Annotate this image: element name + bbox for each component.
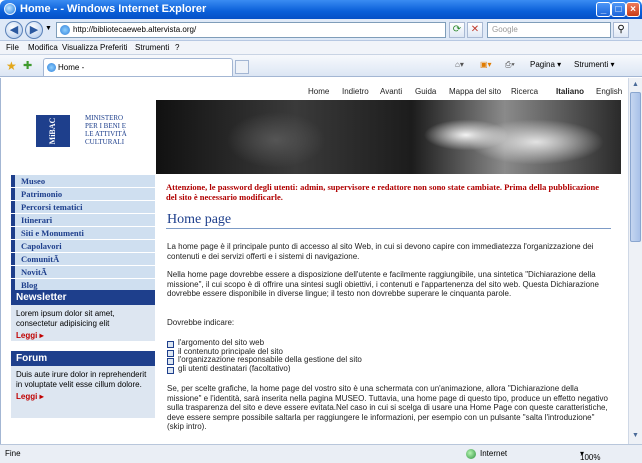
topnav-avanti[interactable]: Avanti (380, 87, 402, 96)
sidebar-menu: Museo Patrimonio Percorsi tematici Itine… (11, 175, 155, 292)
sidebar-item-comunita[interactable]: ComunitÃ (11, 253, 155, 265)
topnav-home[interactable]: Home (308, 87, 329, 96)
add-favorite-icon[interactable]: ✚ (23, 59, 32, 72)
page-menu[interactable]: Pagina ▾ (530, 60, 561, 69)
topnav-english[interactable]: English (596, 87, 622, 96)
tab-home[interactable]: Home - (43, 58, 233, 76)
scroll-down-icon[interactable]: ▼ (630, 430, 641, 442)
page-viewport: Home Indietro Avanti Guida Mappa del sit… (0, 78, 628, 444)
ministry-name: MINISTERO PER I BENI E LE ATTIVITÀ CULTU… (85, 114, 127, 146)
forum-read-link[interactable]: Leggi ▸ (16, 392, 151, 402)
password-warning: Attenzione, le password degli utenti: ad… (166, 182, 600, 202)
sidebar-item-itinerari[interactable]: Itinerari (11, 214, 155, 226)
address-input[interactable]: http://bibliotecaeweb.altervista.org/ (56, 22, 446, 38)
tools-menu[interactable]: Strumenti ▾ (574, 60, 614, 69)
newsletter-text: Lorem ipsum dolor sit amet, consectetur … (16, 309, 115, 328)
menu-modifica[interactable]: Modifica (28, 43, 58, 52)
topnav-ricerca[interactable]: Ricerca (511, 87, 538, 96)
paragraph-mission: Nella home page dovrebbe essere a dispos… (167, 270, 600, 298)
favorites-star-icon[interactable]: ★ (6, 59, 17, 73)
tools-menu-label: Strumenti (574, 60, 609, 69)
minimize-button[interactable]: _ (596, 2, 611, 17)
feeds-icon[interactable]: ▣▾ (480, 60, 492, 69)
refresh-icon[interactable]: ⟳ (449, 22, 465, 38)
sidebar-item-capolavori[interactable]: Capolavori (11, 240, 155, 252)
topnav-mappa[interactable]: Mappa del sito (449, 87, 501, 96)
menu-strumenti[interactable]: Strumenti (135, 43, 169, 52)
title-divider (166, 228, 611, 229)
tab-bar: ★ ✚ Home - ⌂▾ ▣▾ ⎙▾ Pagina ▾ Strumenti ▾ (0, 55, 642, 77)
header-banner-image (156, 100, 621, 174)
title-bar: Home - - Windows Internet Explorer _ □ × (0, 0, 642, 19)
menu-file[interactable]: File (6, 43, 19, 52)
internet-zone-icon (466, 449, 476, 459)
back-button[interactable]: ◀ (5, 21, 23, 39)
print-icon[interactable]: ⎙▾ (505, 60, 515, 70)
ie-logo-icon (4, 3, 16, 15)
menu-help[interactable]: ? (175, 43, 179, 52)
new-tab-button[interactable] (235, 60, 249, 74)
zoom-level[interactable]: 100% ▾ (580, 449, 600, 462)
scrollbar-thumb[interactable] (630, 92, 641, 242)
newsletter-title: Newsletter (11, 290, 155, 305)
history-dropdown-icon[interactable]: ▼ (45, 25, 52, 32)
window-title: Home - - Windows Internet Explorer (20, 3, 207, 15)
vertical-scrollbar[interactable]: ▲ ▼ (628, 78, 642, 444)
page-menu-label: Pagina (530, 60, 555, 69)
paragraph-animation: Se, per scelte grafiche, la home page de… (167, 384, 608, 431)
scroll-up-icon[interactable]: ▲ (630, 79, 641, 91)
maximize-button[interactable]: □ (611, 2, 626, 17)
sidebar-item-siti[interactable]: Siti e Monumenti (11, 227, 155, 239)
sidebar-item-museo[interactable]: Museo (11, 175, 155, 187)
topnav-italiano[interactable]: Italiano (556, 87, 584, 96)
status-bar: Fine Internet 100% ▾ (0, 444, 642, 463)
address-bar: ◀ ▶ ▼ http://bibliotecaeweb.altervista.o… (0, 19, 642, 41)
home-icon[interactable]: ⌂▾ (455, 60, 464, 69)
newsletter-box: Lorem ipsum dolor sit amet, consectetur … (11, 305, 155, 341)
list-item: gli utenti destinatari (facoltativo) (167, 364, 467, 373)
forum-title: Forum (11, 351, 155, 366)
menu-preferiti[interactable]: Preferiti (100, 43, 128, 52)
indicate-list: l'argomento del sito web il contenuto pr… (167, 338, 467, 373)
topnav-indietro[interactable]: Indietro (342, 87, 369, 96)
menu-visualizza[interactable]: Visualizza (62, 43, 98, 52)
search-icon[interactable]: ⚲ (613, 22, 629, 38)
status-text: Fine (5, 449, 21, 458)
page-icon (60, 25, 70, 35)
search-input[interactable]: Google (487, 22, 611, 38)
newsletter-read-link[interactable]: Leggi ▸ (16, 331, 151, 341)
sidebar-item-novita[interactable]: NovitÃ (11, 266, 155, 278)
page-icon (47, 63, 56, 72)
topnav-guida[interactable]: Guida (415, 87, 436, 96)
menu-bar: File Modifica Visualizza Preferiti Strum… (0, 41, 642, 55)
ministry-logo: MiBAC (36, 115, 70, 147)
close-button[interactable]: × (626, 2, 640, 17)
zone-label: Internet (480, 449, 508, 458)
sidebar-item-patrimonio[interactable]: Patrimonio (11, 188, 155, 200)
forward-button[interactable]: ▶ (25, 21, 43, 39)
forum-text: Duis aute irure dolor in reprehenderit i… (16, 370, 147, 389)
paragraph-intro: La home page è il principale punto di ac… (167, 242, 594, 261)
forum-box: Duis aute irure dolor in reprehenderit i… (11, 366, 155, 418)
paragraph-indicate: Dovrebbe indicare: (167, 318, 235, 327)
stop-icon[interactable]: ✕ (467, 22, 483, 38)
sidebar-item-percorsi[interactable]: Percorsi tematici (11, 201, 155, 213)
page-title: Home page (167, 212, 232, 227)
